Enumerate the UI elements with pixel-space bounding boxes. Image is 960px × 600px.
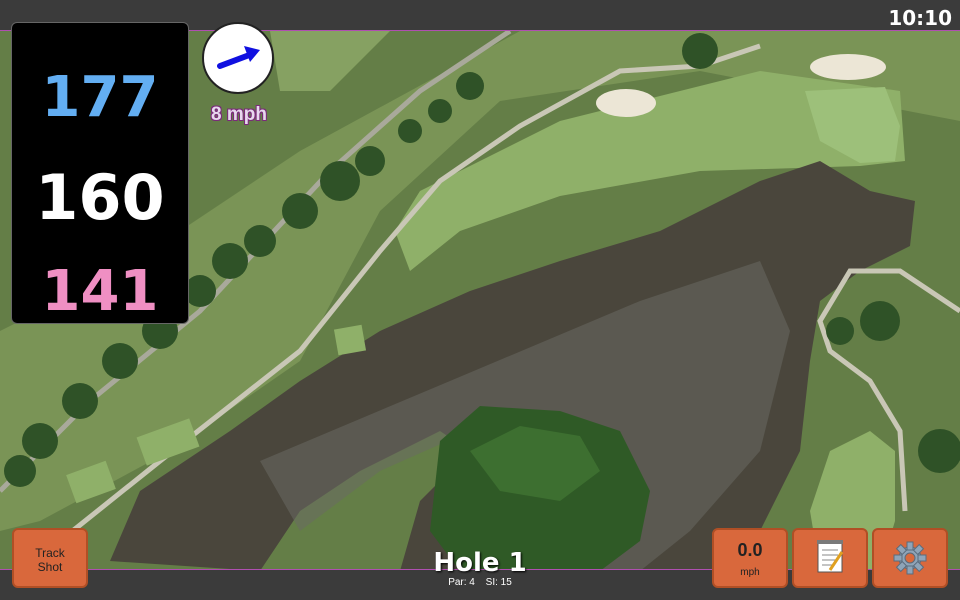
- track-shot-label-line2: Shot: [37, 560, 63, 574]
- speed-unit: mph: [740, 567, 760, 578]
- middle-of-green-distance: 160: [35, 161, 165, 234]
- gear-icon: [893, 541, 927, 575]
- speed-button[interactable]: 0.0 mph: [712, 528, 788, 588]
- hole-title: Hole 1: [433, 548, 527, 578]
- notes-button[interactable]: [792, 528, 868, 588]
- track-shot-label-line1: Track: [35, 546, 65, 560]
- track-shot-button[interactable]: Track Shot: [12, 528, 88, 588]
- hole-info: Par: 4 SI: 15: [410, 577, 550, 588]
- wind-speed-label: 8 mph: [211, 104, 267, 125]
- hole-par: Par: 4: [448, 577, 475, 588]
- front-of-green-distance: 141: [41, 259, 159, 324]
- clock: 10:10: [888, 6, 952, 30]
- wind-arrow-icon: [217, 46, 260, 69]
- back-of-green-distance: 177: [41, 65, 159, 130]
- distance-panel: 177 160 141: [11, 22, 189, 324]
- notepad-icon: [817, 540, 844, 573]
- wind-direction-indicator: [202, 22, 274, 94]
- settings-button[interactable]: [872, 528, 948, 588]
- speed-value: 0.0: [737, 540, 763, 560]
- hole-stroke-index: SI: 15: [485, 577, 512, 588]
